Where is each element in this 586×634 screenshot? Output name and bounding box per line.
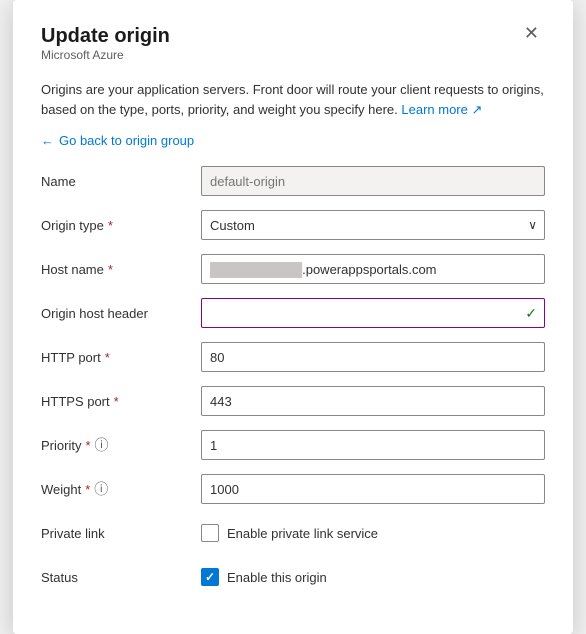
weight-control: [201, 474, 545, 504]
host-name-label: Host name *: [41, 262, 201, 277]
private-link-checkbox-row: Enable private link service: [201, 524, 545, 542]
dialog-header: Update origin Microsoft Azure ✕: [41, 24, 545, 76]
https-port-row: HTTPS port *: [41, 386, 545, 416]
http-port-input[interactable]: [201, 342, 545, 372]
dialog-subtitle: Microsoft Azure: [41, 48, 170, 62]
private-link-control: Enable private link service: [201, 524, 545, 542]
priority-required-star: *: [85, 438, 90, 453]
https-port-input[interactable]: [201, 386, 545, 416]
origin-host-header-label: Origin host header: [41, 306, 201, 321]
http-port-control: [201, 342, 545, 372]
https-port-required-star: *: [114, 394, 119, 409]
host-name-control: ██████████ .powerappsportals.com: [201, 254, 545, 284]
origin-host-header-input[interactable]: [201, 298, 545, 328]
https-port-control: [201, 386, 545, 416]
status-control: ✓ Enable this origin: [201, 568, 545, 586]
origin-type-label: Origin type *: [41, 218, 201, 233]
name-control: [201, 166, 545, 196]
back-to-origin-group-link[interactable]: ← Go back to origin group: [41, 133, 545, 148]
priority-info-icon[interactable]: ⓘ: [95, 435, 109, 455]
http-port-required-star: *: [105, 350, 110, 365]
origin-host-header-control: ✓: [201, 298, 545, 328]
http-port-row: HTTP port *: [41, 342, 545, 372]
https-port-label: HTTPS port *: [41, 394, 201, 409]
back-arrow-icon: ←: [41, 133, 54, 148]
weight-label: Weight * ⓘ: [41, 479, 201, 499]
check-white-icon: ✓: [205, 570, 215, 584]
priority-input[interactable]: [201, 430, 545, 460]
host-name-suffix: .powerappsportals.com: [302, 262, 436, 277]
title-block: Update origin Microsoft Azure: [41, 24, 170, 76]
external-link-icon: ↗: [471, 102, 482, 117]
priority-control: [201, 430, 545, 460]
name-label: Name: [41, 174, 201, 189]
update-origin-dialog: Update origin Microsoft Azure ✕ Origins …: [13, 0, 573, 634]
host-name-required-star: *: [108, 262, 113, 277]
status-checkbox[interactable]: ✓: [201, 568, 219, 586]
name-input[interactable]: [201, 166, 545, 196]
dialog-title: Update origin: [41, 24, 170, 48]
origin-type-required-star: *: [108, 218, 113, 233]
status-checkbox-row: ✓ Enable this origin: [201, 568, 545, 586]
origin-type-select[interactable]: Custom Storage Cloud service Web app App…: [201, 210, 545, 240]
origin-type-row: Origin type * Custom Storage Cloud servi…: [41, 210, 545, 240]
weight-input[interactable]: [201, 474, 545, 504]
status-row: Status ✓ Enable this origin: [41, 562, 545, 592]
close-button[interactable]: ✕: [518, 22, 545, 44]
weight-info-icon[interactable]: ⓘ: [94, 479, 108, 499]
status-label: Status: [41, 570, 201, 585]
host-name-row: Host name * ██████████ .powerappsportals…: [41, 254, 545, 284]
private-link-checkbox[interactable]: [201, 524, 219, 542]
private-link-row: Private link Enable private link service: [41, 518, 545, 548]
weight-required-star: *: [85, 482, 90, 497]
priority-row: Priority * ⓘ: [41, 430, 545, 460]
description-text: Origins are your application servers. Fr…: [41, 80, 545, 119]
origin-host-header-row: Origin host header ✓: [41, 298, 545, 328]
name-row: Name: [41, 166, 545, 196]
weight-row: Weight * ⓘ: [41, 474, 545, 504]
learn-more-link[interactable]: Learn more ↗: [401, 102, 482, 117]
private-link-label: Private link: [41, 526, 201, 541]
host-name-blurred: ██████████: [210, 262, 302, 277]
status-checkbox-label: Enable this origin: [227, 570, 327, 585]
origin-type-control: Custom Storage Cloud service Web app App…: [201, 210, 545, 240]
check-green-icon: ✓: [525, 305, 537, 322]
close-icon: ✕: [524, 23, 539, 43]
http-port-label: HTTP port *: [41, 350, 201, 365]
priority-label: Priority * ⓘ: [41, 435, 201, 455]
private-link-checkbox-label: Enable private link service: [227, 526, 378, 541]
